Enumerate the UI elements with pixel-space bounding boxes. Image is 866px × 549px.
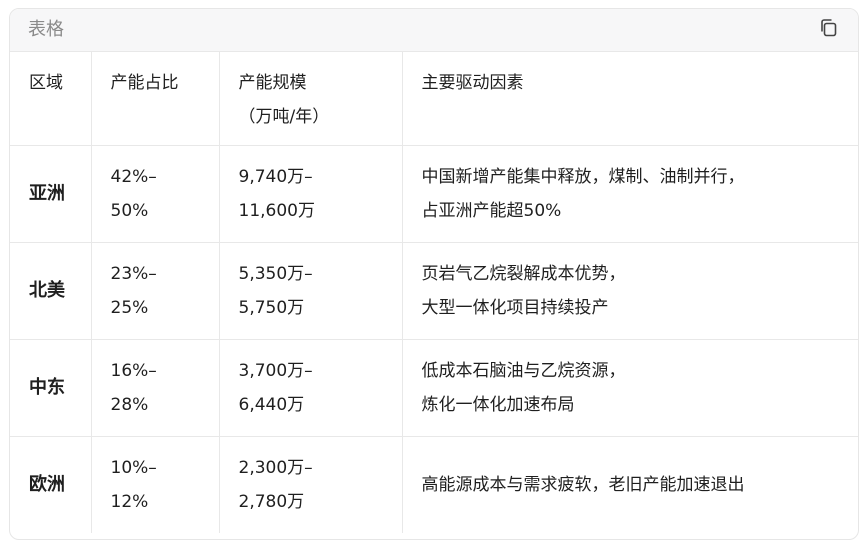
cell-share: 10%– 12% <box>91 436 220 533</box>
cell-share-line2: 12% <box>110 491 149 512</box>
cell-share-line1: 42%– <box>110 166 157 187</box>
cell-drivers-line1: 页岩气乙烷裂解成本优势， <box>421 263 626 284</box>
cell-share: 23%– 25% <box>91 242 220 340</box>
cell-share-line1: 10%– <box>110 457 157 478</box>
table-row: 欧洲 10%– 12% 2,300万– 2,780万 高能源成本与需求疲软，老旧… <box>10 436 858 533</box>
cell-share: 16%– 28% <box>91 339 220 437</box>
header-scale-line2: （万吨/年） <box>238 107 330 127</box>
cell-drivers-line1: 低成本石脑油与乙烷资源， <box>421 360 626 381</box>
cell-scale: 3,700万– 6,440万 <box>219 339 403 437</box>
table-row: 亚洲 42%– 50% 9,740万– 11,600万 中国新增产能集中释放，煤… <box>10 145 858 243</box>
cell-scale-line2: 5,750万 <box>238 297 305 318</box>
cell-region: 欧洲 <box>10 436 92 533</box>
header-scale: 产能规模 （万吨/年） <box>219 52 403 146</box>
cell-drivers-line1: 中国新增产能集中释放，煤制、油制并行， <box>421 166 745 187</box>
cell-share-line1: 16%– <box>110 360 157 381</box>
cell-region: 中东 <box>10 339 92 437</box>
cell-share-line2: 25% <box>110 297 149 318</box>
header-scale-line1: 产能规模 <box>238 73 307 93</box>
card-title: 表格 <box>28 19 64 40</box>
cell-drivers-line1: 高能源成本与需求疲软，老旧产能加速退出 <box>421 474 745 495</box>
cell-drivers: 中国新增产能集中释放，煤制、油制并行， 占亚洲产能超50% <box>402 145 858 243</box>
cell-region: 亚洲 <box>10 145 92 243</box>
cell-scale-line1: 9,740万– <box>238 166 313 187</box>
table-card: 表格 区域 产能占比 产能规模 （万吨/年） 主要驱动因素 亚洲 42%– 50… <box>9 8 859 540</box>
header-drivers: 主要驱动因素 <box>402 52 858 146</box>
cell-region: 北美 <box>10 242 92 340</box>
cell-scale-line1: 2,300万– <box>238 457 313 478</box>
cell-share: 42%– 50% <box>91 145 220 243</box>
data-table: 区域 产能占比 产能规模 （万吨/年） 主要驱动因素 亚洲 42%– 50% 9… <box>10 52 858 533</box>
table-row: 中东 16%– 28% 3,700万– 6,440万 低成本石脑油与乙烷资源， … <box>10 339 858 437</box>
cell-share-line1: 23%– <box>110 263 157 284</box>
cell-drivers-line2: 炼化一体化加速布局 <box>421 394 575 415</box>
card-header: 表格 <box>10 9 858 52</box>
header-share: 产能占比 <box>91 52 220 146</box>
cell-scale: 5,350万– 5,750万 <box>219 242 403 340</box>
cell-share-line2: 50% <box>110 200 149 221</box>
cell-scale-line1: 5,350万– <box>238 263 313 284</box>
cell-scale: 2,300万– 2,780万 <box>219 436 403 533</box>
cell-scale: 9,740万– 11,600万 <box>219 145 403 243</box>
table-row: 北美 23%– 25% 5,350万– 5,750万 页岩气乙烷裂解成本优势， … <box>10 242 858 340</box>
cell-drivers-line2: 占亚洲产能超50% <box>421 200 562 221</box>
header-region: 区域 <box>10 52 92 146</box>
cell-scale-line2: 11,600万 <box>238 200 315 221</box>
cell-drivers: 低成本石脑油与乙烷资源， 炼化一体化加速布局 <box>402 339 858 437</box>
cell-share-line2: 28% <box>110 394 149 415</box>
cell-drivers-line2: 大型一体化项目持续投产 <box>421 297 609 318</box>
copy-icon[interactable] <box>818 17 840 39</box>
cell-scale-line2: 6,440万 <box>238 394 305 415</box>
table-header-row: 区域 产能占比 产能规模 （万吨/年） 主要驱动因素 <box>10 52 858 146</box>
cell-drivers: 页岩气乙烷裂解成本优势， 大型一体化项目持续投产 <box>402 242 858 340</box>
cell-scale-line2: 2,780万 <box>238 491 305 512</box>
cell-drivers: 高能源成本与需求疲软，老旧产能加速退出 <box>402 436 858 533</box>
cell-scale-line1: 3,700万– <box>238 360 313 381</box>
